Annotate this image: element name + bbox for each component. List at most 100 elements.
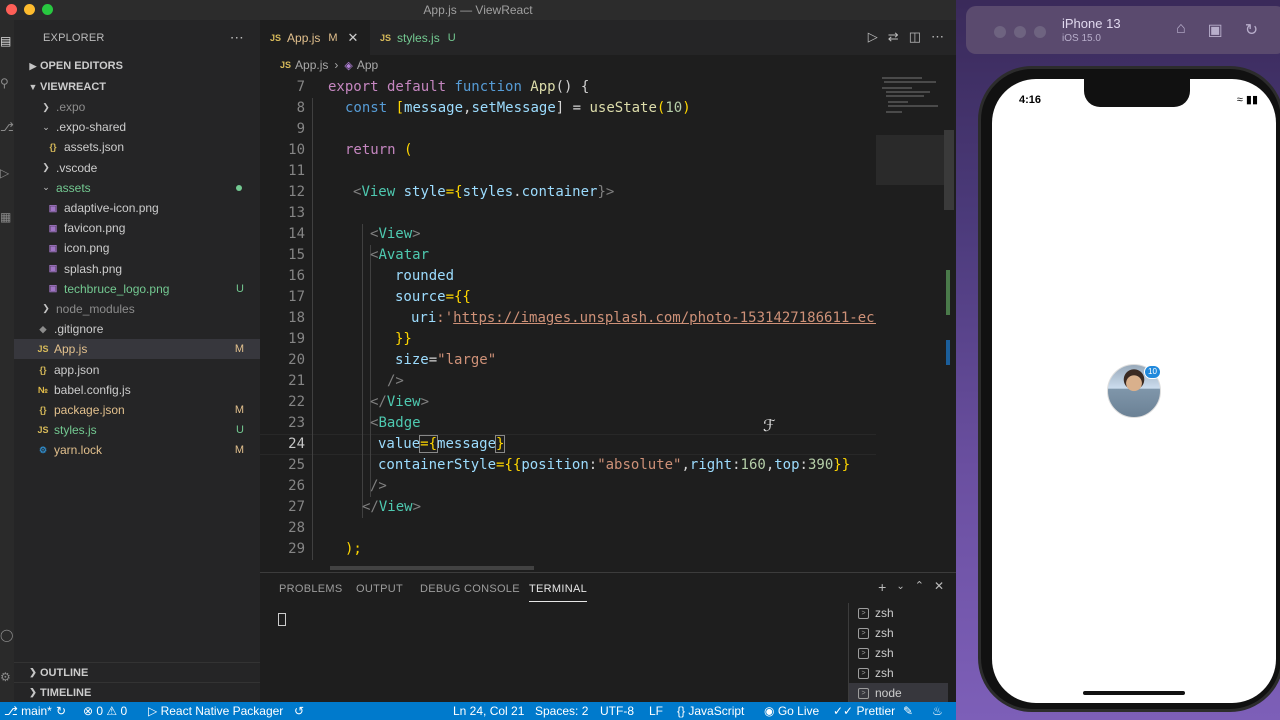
tree-item-app-json[interactable]: {} app.json <box>14 359 260 379</box>
tab-output[interactable]: OUTPUT <box>356 583 403 595</box>
tree-item-splash[interactable]: ▣ splash.png <box>14 259 260 279</box>
tree-item-babel-config[interactable]: № babel.config.js <box>14 380 260 400</box>
code-token: ); <box>345 541 362 557</box>
run-debug-icon[interactable]: ▷ <box>0 166 14 182</box>
code-token: View <box>386 394 421 410</box>
code-token: export <box>328 79 379 95</box>
tree-item-node-modules[interactable]: ❯ node_modules <box>14 299 260 319</box>
tree-item-app-js[interactable]: JS App.js M <box>14 339 260 360</box>
project-section[interactable]: ▼ VIEWREACT <box>14 77 260 97</box>
tree-item-assets-json[interactable]: {} assets.json <box>14 137 260 157</box>
tab-terminal[interactable]: TERMINAL <box>529 583 588 602</box>
new-terminal-icon[interactable]: + <box>878 579 886 595</box>
split-editor-icon[interactable]: ◫ <box>909 29 921 45</box>
code-token: style <box>395 184 446 200</box>
account-icon[interactable]: ◯ <box>0 628 14 644</box>
home-icon[interactable]: ⌂ <box>1176 20 1186 40</box>
chevron-right-icon: ❯ <box>42 101 50 112</box>
terminal-item[interactable]: > zsh <box>849 623 948 643</box>
tab-styles-js[interactable]: JS styles.js U <box>370 20 466 55</box>
more-actions-icon[interactable]: ⋯ <box>931 29 944 45</box>
close-panel-icon[interactable]: ✕ <box>934 579 944 595</box>
problems-indicator[interactable]: ⊗ 0 ⚠ 0 <box>83 704 127 718</box>
timeline-section[interactable]: ❯ TIMELINE <box>14 682 260 702</box>
code-token: ={{ <box>496 457 522 473</box>
code-token: ={{ <box>445 289 471 305</box>
sim-minimize-button[interactable] <box>1014 26 1026 38</box>
tree-item-expo-shared[interactable]: ⌄ .expo-shared <box>14 117 260 137</box>
code-token: :' <box>436 310 454 326</box>
feedback-icon[interactable]: ✎ <box>903 704 913 718</box>
run-icon[interactable]: ▷ <box>868 29 878 45</box>
url-link[interactable]: https://images.unsplash.com/photo-153142… <box>453 310 876 326</box>
code-token: message <box>404 100 464 116</box>
code-token: function <box>454 79 522 95</box>
tree-item-techbruce-logo[interactable]: ▣ techbruce_logo.png U <box>14 279 260 299</box>
tree-item-icon[interactable]: ▣ icon.png <box>14 238 260 258</box>
branch-indicator[interactable]: ⎇ main* <box>4 704 52 718</box>
terminal-item[interactable]: > zsh <box>849 603 948 623</box>
prettier-indicator[interactable]: ✓✓ Prettier <box>833 704 895 718</box>
wifi-icon: ≈ <box>1236 94 1243 106</box>
code-token: const <box>345 100 388 116</box>
terminal-item[interactable]: > zsh <box>849 643 948 663</box>
breadcrumb-symbol[interactable]: App <box>357 58 378 72</box>
maximize-panel-icon[interactable]: ⌃ <box>915 579 924 595</box>
scroll-thumb[interactable] <box>944 130 954 210</box>
tree-item-styles-js[interactable]: JS styles.js U <box>14 420 260 440</box>
tree-item-yarn-lock[interactable]: ⚙ yarn.lock M <box>14 440 260 460</box>
sim-close-button[interactable] <box>994 26 1006 38</box>
tree-item-favicon[interactable]: ▣ favicon.png <box>14 218 260 238</box>
indentation[interactable]: Spaces: 2 <box>535 704 588 718</box>
code-editor[interactable]: 7 export default function App() { 8 const … <box>260 77 876 571</box>
close-icon[interactable]: ✕ <box>348 30 359 46</box>
end-of-line[interactable]: LF <box>649 704 663 718</box>
horizontal-scroll-thumb[interactable] <box>330 566 534 570</box>
cursor-position[interactable]: Ln 24, Col 21 <box>453 704 524 718</box>
tree-item-gitignore[interactable]: ◆ .gitignore <box>14 319 260 339</box>
breadcrumb-file[interactable]: App.js <box>295 58 328 72</box>
search-icon[interactable]: ⚲ <box>0 76 14 92</box>
iphone-frame: 4:16 ≈ ▮▮ 10 <box>978 66 1280 712</box>
warning-count: 0 <box>120 704 128 718</box>
refresh-icon[interactable]: ↺ <box>294 704 304 718</box>
explorer-sidebar: EXPLORER ⋯ ▶ OPEN EDITORS ▼ VIEWREACT ❯.… <box>14 20 260 702</box>
tree-item-label: .expo <box>56 100 86 115</box>
phone-screen[interactable]: 4:16 ≈ ▮▮ 10 <box>992 79 1276 703</box>
editor-scrollbar[interactable] <box>944 75 954 571</box>
language-mode[interactable]: {} JavaScript <box>677 704 744 718</box>
tree-item-package-json[interactable]: {} package.json M <box>14 400 260 420</box>
tree-item-adaptive-icon[interactable]: ▣ adaptive-icon.png <box>14 198 260 218</box>
tab-debug-console[interactable]: DEBUG CONSOLE <box>420 583 520 595</box>
encoding[interactable]: UTF-8 <box>600 704 634 718</box>
tree-item-expo[interactable]: ❯ .expo <box>14 97 260 117</box>
chevron-down-icon[interactable]: ⌄ <box>896 579 904 595</box>
line-number: 10 <box>288 142 305 158</box>
source-control-icon[interactable]: ⎇ <box>0 120 14 136</box>
home-indicator[interactable] <box>1083 691 1185 695</box>
go-live-button[interactable]: ◉ Go Live <box>764 704 819 718</box>
settings-gear-icon[interactable]: ⚙ <box>0 670 14 686</box>
packager-indicator[interactable]: ▷ React Native Packager <box>148 704 283 718</box>
open-editors-section[interactable]: ▶ OPEN EDITORS <box>14 56 260 76</box>
tab-problems[interactable]: PROBLEMS <box>279 583 343 595</box>
tree-item-vscode[interactable]: ❯ .vscode <box>14 158 260 178</box>
tree-item-label: babel.config.js <box>54 382 131 397</box>
outline-section[interactable]: ❯ OUTLINE <box>14 662 260 682</box>
sync-icon[interactable]: ↻ <box>56 704 66 718</box>
code-token: 390 <box>807 457 834 473</box>
tab-app-js[interactable]: JS App.js M ✕ <box>260 20 370 55</box>
notifications-icon[interactable]: ♨ <box>932 704 943 718</box>
rotate-icon[interactable]: ↻ <box>1245 20 1258 40</box>
tree-item-assets[interactable]: ⌄ assets <box>14 178 260 198</box>
line-number: 7 <box>296 79 305 95</box>
screenshot-icon[interactable]: ▣ <box>1208 20 1223 40</box>
terminal-item[interactable]: > node <box>849 683 948 703</box>
extensions-icon[interactable]: ▦ <box>0 210 14 226</box>
more-actions-icon[interactable]: ⋯ <box>230 29 244 46</box>
minimap[interactable] <box>876 75 946 571</box>
sim-zoom-button[interactable] <box>1034 26 1046 38</box>
open-changes-icon[interactable]: ⇄ <box>888 29 899 45</box>
files-icon[interactable]: ▤ <box>0 34 14 50</box>
terminal-item[interactable]: > zsh <box>849 663 948 683</box>
